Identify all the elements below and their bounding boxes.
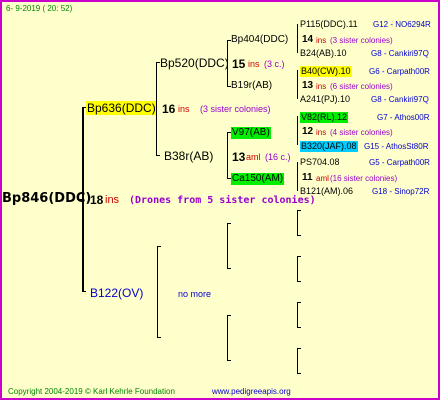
gen3-d-note: (16 sister colonies)	[330, 174, 398, 183]
gen4-label-7[interactable]: PS704.08	[300, 158, 340, 167]
empty-gen3-tick-a2	[227, 268, 231, 269]
gen2-upper-label[interactable]: Bp520(DDC)	[160, 57, 229, 69]
gen4-ab-vertical-line	[297, 24, 298, 53]
footer-link[interactable]: www.pedigreeapis.org	[212, 388, 291, 396]
gen2-upper-count: 15	[232, 57, 246, 71]
gen1-upper-count: 16	[162, 102, 176, 116]
gen4-label-2[interactable]: B24(AB).10	[300, 49, 347, 58]
empty-gen2-lower-tick	[157, 337, 161, 338]
gen4-label-1[interactable]: P115(DDC).11	[300, 20, 358, 29]
gen3-b-note: (6 sister colonies)	[330, 82, 393, 91]
gen3-b-count: 13	[302, 80, 314, 91]
gen4-cd-vertical-line	[297, 70, 298, 99]
gen4-label-3[interactable]: B40(CW).10	[300, 66, 352, 77]
gen4-label-8[interactable]: B121(AM).06	[300, 187, 353, 196]
gen4-group-6: G15 - AthosSt80R	[364, 142, 429, 151]
gen1-lower-connector	[82, 291, 86, 292]
gen1-upper-unit: ins	[178, 104, 190, 114]
gen3-a-count: 14	[302, 34, 314, 45]
gen2-upper-note: (3 c.)	[264, 59, 285, 69]
empty-gen4-tick-4a	[297, 348, 301, 349]
gen4-group-4: G8 - Cankiri97Q	[371, 95, 429, 104]
gen4-ef-vertical-line	[297, 116, 298, 145]
gen4-group-7: G5 - Carpath00R	[369, 158, 430, 167]
root-queen-label[interactable]: Bp846(DDC)	[2, 192, 91, 205]
gen3-d-label[interactable]: Ca150(AM)	[231, 173, 285, 185]
gen4-group-5: G7 - Athos00R	[377, 113, 430, 122]
gen4-label-5[interactable]: V82(RL).12	[300, 112, 349, 123]
empty-gen3-vertical-a	[227, 223, 228, 269]
empty-gen4-tick-3a	[297, 302, 301, 303]
footer-copyright: Copyright 2004-2019 © Karl Kehrle Founda…	[8, 387, 175, 396]
root-count: 18	[90, 193, 104, 207]
gen1-upper-label[interactable]: Bp636(DDC)	[86, 101, 157, 115]
gen3-c-label[interactable]: V97(AB)	[231, 127, 271, 139]
gen4-group-1: G12 - NO6294R	[373, 20, 431, 29]
empty-gen4-tick-3b	[297, 327, 301, 328]
gen2-upper-unit: ins	[248, 59, 260, 69]
root-note: (Drones from 5 sister colonies)	[129, 195, 316, 206]
gen3-a-unit: ins	[316, 36, 327, 45]
empty-gen4-tick-4b	[297, 373, 301, 374]
empty-gen3-vertical-b	[227, 315, 228, 361]
gen1-lower-note: no more	[178, 289, 212, 299]
empty-gen2-upper-tick	[157, 246, 161, 247]
empty-gen4-tick-2a	[297, 256, 301, 257]
empty-gen4-tick-2b	[297, 281, 301, 282]
date-stamp: 6- 9-2019 ( 20: 52)	[6, 4, 73, 13]
gen4-gh-vertical-line	[297, 162, 298, 191]
gen4-label-6[interactable]: B320(JAF).08	[300, 141, 358, 152]
empty-gen4-vertical-2	[297, 256, 298, 282]
gen3-d-count: 11	[302, 172, 313, 183]
gen2-vertical-line	[156, 62, 157, 156]
gen4-group-3: G6 - Carpath00R	[369, 67, 430, 76]
gen2-lower-note: (16 c.)	[265, 152, 291, 162]
gen4-group-8: G18 - Sinop72R	[372, 187, 430, 196]
empty-gen4-vertical-3	[297, 302, 298, 328]
pedigree-frame: 6- 9-2019 ( 20: 52) Bp846(DDC) 18 ins (D…	[0, 0, 440, 400]
gen1-upper-note: (3 sister colonies)	[200, 104, 271, 114]
gen2-lower-connector	[156, 155, 160, 156]
gen3-c-count: 12	[302, 126, 314, 137]
gen3-d-unit: aml	[316, 174, 329, 183]
gen3-a-label[interactable]: Bp404(DDC)	[231, 35, 288, 45]
gen2-lower-unit: aml	[246, 152, 261, 162]
empty-gen3-tick-a1	[227, 223, 231, 224]
gen3-a-note: (3 sister colonies)	[330, 36, 393, 45]
gen3-c-note: (4 sister colonies)	[330, 128, 393, 137]
empty-gen2-vertical-line	[157, 246, 158, 338]
gen3-cd-vertical-line	[227, 132, 228, 179]
gen3-b-label[interactable]: B19r(AB)	[231, 81, 272, 91]
gen4-group-2: G8 - Cankiri97Q	[371, 49, 429, 58]
gen2-lower-count: 13	[232, 150, 246, 164]
gen1-lower-label[interactable]: B122(OV)	[90, 287, 143, 299]
gen4-label-4[interactable]: A241(PJ).10	[300, 95, 350, 104]
gen2-lower-label[interactable]: B38r(AB)	[164, 150, 213, 162]
empty-gen4-tick-1b	[297, 235, 301, 236]
empty-gen4-vertical-4	[297, 348, 298, 374]
empty-gen4-vertical-1	[297, 210, 298, 236]
empty-gen4-tick-1a	[297, 210, 301, 211]
gen3-b-unit: ins	[316, 82, 327, 91]
empty-gen3-tick-b2	[227, 360, 231, 361]
root-unit: ins	[105, 194, 120, 206]
empty-gen3-tick-b1	[227, 315, 231, 316]
gen3-c-unit: ins	[316, 128, 327, 137]
gen3-ab-vertical-line	[227, 40, 228, 87]
